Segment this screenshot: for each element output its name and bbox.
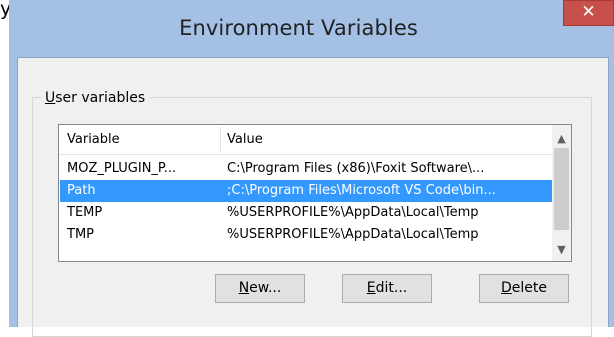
environment-variables-dialog: Environment Variables ✕ User variables V…	[9, 0, 614, 337]
row-variable: Path	[67, 183, 96, 198]
list-header: Variable Value	[59, 125, 553, 155]
delete-button[interactable]: Delete	[479, 274, 569, 303]
list-row[interactable]: TMP %USERPROFILE%\AppData\Local\Temp	[60, 224, 553, 246]
row-value: C:\Program Files (x86)\Foxit Software\..…	[227, 161, 485, 176]
column-header-value[interactable]: Value	[227, 125, 547, 154]
user-variables-list[interactable]: Variable Value MOZ_PLUGIN_P... C:\Progra…	[58, 124, 572, 262]
row-value: ;C:\Program Files\Microsoft VS Code\bin.…	[227, 183, 496, 198]
scrollbar-thumb[interactable]	[554, 148, 569, 230]
user-variables-label: User variables	[41, 90, 150, 106]
row-value: %USERPROFILE%\AppData\Local\Temp	[227, 227, 479, 242]
list-row[interactable]: MOZ_PLUGIN_P... C:\Program Files (x86)\F…	[60, 158, 553, 180]
scroll-up-icon[interactable]: ▲	[552, 129, 571, 148]
dialog-title: Environment Variables	[179, 16, 418, 40]
row-variable: TEMP	[67, 205, 103, 220]
list-row-selected[interactable]: Path ;C:\Program Files\Microsoft VS Code…	[60, 180, 553, 202]
row-variable: TMP	[67, 227, 94, 242]
row-value: %USERPROFILE%\AppData\Local\Temp	[227, 205, 479, 220]
edit-button[interactable]: Edit...	[342, 274, 432, 303]
column-separator[interactable]	[220, 127, 221, 153]
close-button[interactable]: ✕	[563, 0, 614, 26]
close-icon: ✕	[581, 2, 596, 22]
title-bar[interactable]: Environment Variables ✕	[9, 0, 614, 57]
row-variable: MOZ_PLUGIN_P...	[67, 161, 177, 176]
dialog-client-area: User variables Variable Value MOZ_PLUGIN…	[17, 57, 609, 337]
list-row[interactable]: TEMP %USERPROFILE%\AppData\Local\Temp	[60, 202, 553, 224]
vertical-scrollbar[interactable]: ▲ ▼	[552, 125, 571, 261]
scroll-down-icon[interactable]: ▼	[552, 240, 571, 259]
new-button[interactable]: New...	[215, 274, 305, 303]
column-header-variable[interactable]: Variable	[67, 125, 217, 154]
